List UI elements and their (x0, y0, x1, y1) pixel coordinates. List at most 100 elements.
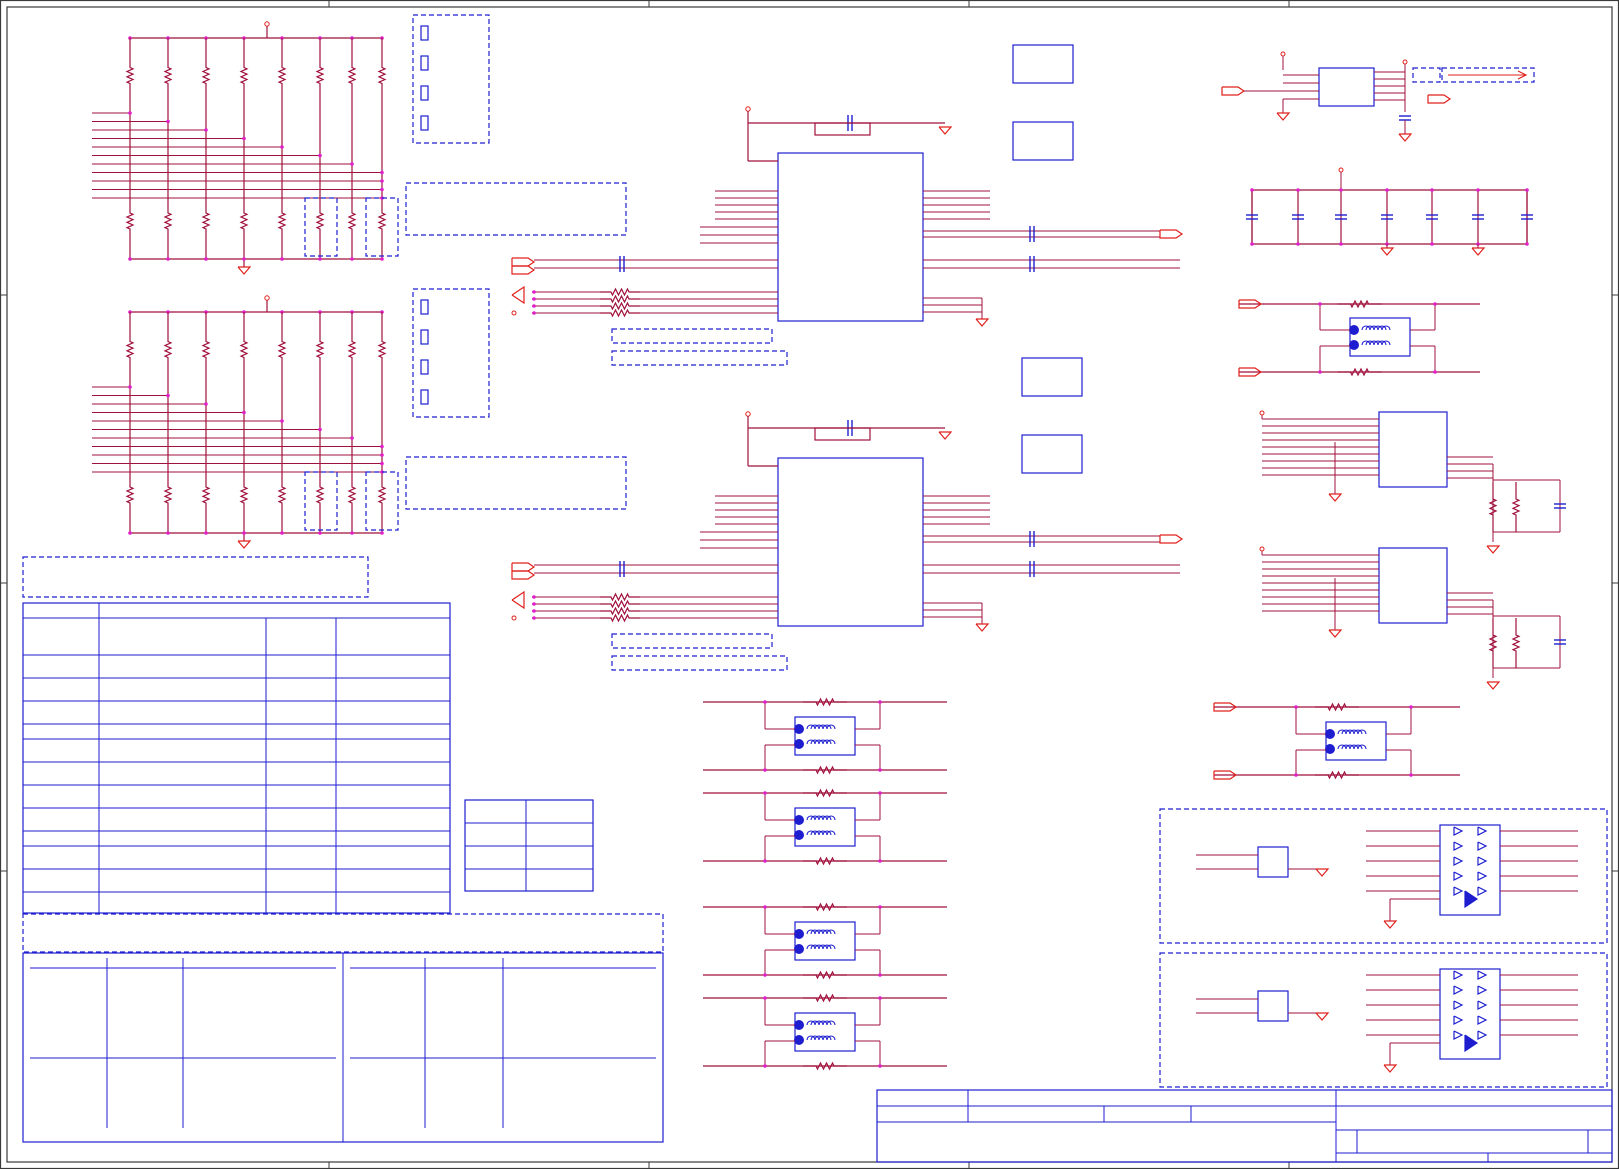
junction-dot (878, 859, 882, 863)
diode-symbol (1477, 826, 1488, 836)
option-marker (420, 55, 429, 71)
junction-dot (1250, 242, 1254, 246)
dashed-note-box (1412, 67, 1441, 83)
ground-symbol (1398, 133, 1413, 142)
polarity-dot (794, 830, 804, 840)
resistor-symbol (600, 308, 640, 318)
port-connector (511, 257, 536, 267)
junction-dot (280, 145, 284, 149)
diode-symbol (1477, 1015, 1488, 1025)
resistor-symbol (803, 993, 847, 1003)
port-connector (1427, 94, 1452, 104)
polarity-dot (1349, 325, 1359, 335)
transformer-body (1325, 721, 1387, 761)
coil-winding (806, 1020, 836, 1026)
junction-dot (204, 531, 208, 535)
junction-dot (1430, 242, 1434, 246)
outer-border (6, 6, 1613, 1163)
port-connector (1159, 534, 1184, 544)
junction-dot (166, 119, 170, 124)
ic-body (777, 457, 924, 627)
junction-dot (878, 1064, 882, 1068)
resistor-symbol (239, 38, 249, 113)
ic-body (777, 152, 924, 322)
junction-dot (350, 162, 354, 166)
transformer-body (794, 921, 856, 961)
resistor-symbol (347, 457, 357, 533)
power-flag (1259, 410, 1265, 416)
schematic-sheet (0, 0, 1619, 1169)
resistor-symbol (803, 788, 847, 798)
junction-dot (380, 179, 384, 183)
junction-dot (763, 996, 767, 1000)
polarity-dot (1325, 729, 1335, 739)
junction-dot (1294, 773, 1298, 777)
diode-symbol (1453, 970, 1464, 980)
resistor-symbol (1511, 618, 1521, 668)
resistor-symbol (600, 287, 640, 297)
regulator-ic (1318, 67, 1375, 107)
junction-dot (1339, 188, 1343, 192)
resistor-symbol (600, 294, 640, 304)
ground-symbol (1486, 681, 1501, 690)
diode-symbol (1477, 1030, 1488, 1040)
resistor-symbol (315, 457, 325, 533)
junction-dot (166, 393, 170, 398)
resistor-symbol (201, 457, 211, 533)
transformer-body (794, 1012, 856, 1052)
test-point (511, 310, 517, 316)
junction-dot (242, 410, 246, 415)
test-point (511, 615, 517, 621)
transformer-blocks (703, 697, 947, 1071)
junction-dot (878, 768, 882, 772)
power-flag (264, 295, 270, 301)
junction-dot (166, 257, 170, 261)
resistor-symbol (163, 38, 173, 113)
resistor-symbol (347, 183, 357, 259)
reference-box (1012, 44, 1074, 84)
tvs-array-small (1257, 846, 1289, 878)
coil-winding (806, 815, 836, 821)
junction-dot (1433, 302, 1437, 306)
coil-winding (806, 830, 836, 836)
coil-winding (1337, 729, 1367, 735)
diode-symbol (1453, 826, 1464, 836)
junction-dot (878, 973, 882, 977)
junction-dot (204, 402, 208, 406)
junction-dot (532, 304, 536, 308)
resistor-symbol (377, 312, 387, 387)
polarity-dot (794, 944, 804, 954)
option-marker (420, 85, 429, 101)
dashed-note-box (611, 328, 773, 344)
port-connector (511, 570, 536, 580)
diode-symbol (1453, 841, 1464, 851)
zener-diode (1464, 1034, 1479, 1053)
junction-dot (280, 257, 284, 261)
dashed-note-box (412, 288, 490, 418)
title-block (876, 1089, 1613, 1163)
junction-dot (128, 385, 132, 389)
resistor-symbol (163, 183, 173, 259)
diode-symbol (1477, 1000, 1488, 1010)
resistor-symbol (347, 38, 357, 113)
ground-symbol (1315, 868, 1330, 877)
ic-blocks (511, 44, 1184, 671)
junction-dot (1525, 188, 1529, 192)
port-connector (1221, 86, 1246, 96)
junction-dot (1409, 773, 1413, 777)
resistor-symbol (803, 902, 847, 912)
configuration-tables (22, 556, 664, 1143)
resistor-symbol (600, 606, 640, 616)
transformer-body (1349, 317, 1411, 357)
arrow-port (511, 285, 525, 305)
resistor-symbol (600, 592, 640, 602)
coil-winding (806, 724, 836, 730)
resistor-symbol (239, 312, 249, 387)
junction-dot (1318, 302, 1322, 306)
diode-symbol (1453, 1015, 1464, 1025)
driver-ic (1378, 547, 1448, 624)
resistor-symbol (163, 457, 173, 533)
ground-symbol (938, 126, 953, 135)
junction-dot (380, 531, 384, 535)
resistor-symbol (377, 38, 387, 113)
